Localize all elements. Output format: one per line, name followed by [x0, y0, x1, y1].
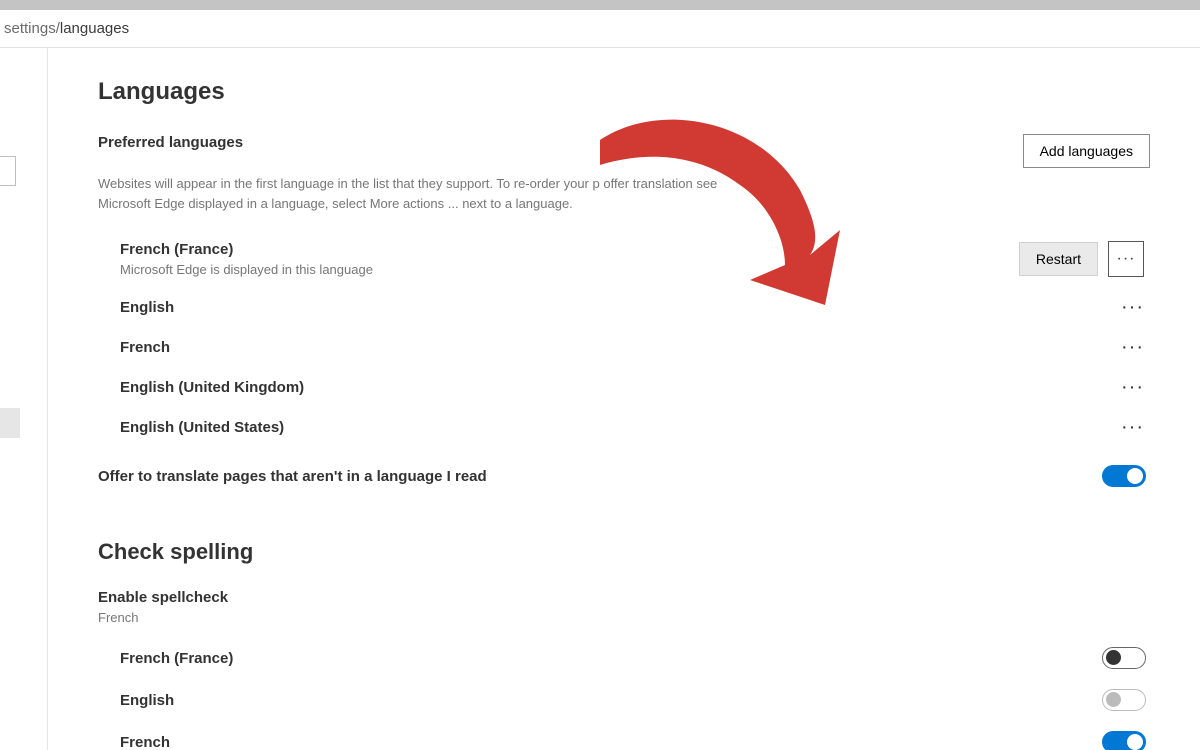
- spellcheck-toggle[interactable]: [1102, 689, 1146, 711]
- more-actions-button[interactable]: ···: [1121, 297, 1144, 317]
- more-actions-button[interactable]: ···: [1121, 417, 1144, 437]
- more-actions-button[interactable]: ···: [1121, 377, 1144, 397]
- spellcheck-toggle[interactable]: [1102, 731, 1146, 750]
- language-row: English (United Kingdom) ···: [98, 367, 1150, 407]
- language-row: French ···: [98, 327, 1150, 367]
- add-languages-button[interactable]: Add languages: [1023, 134, 1150, 168]
- window-titlebar: [0, 0, 1200, 10]
- more-actions-button[interactable]: ···: [1121, 337, 1144, 357]
- sidebar-fragment: [0, 156, 16, 186]
- language-name: English: [120, 299, 174, 316]
- language-name: English (United Kingdom): [120, 379, 304, 396]
- preferred-languages-heading: Preferred languages: [98, 134, 243, 151]
- translate-toggle-label: Offer to translate pages that aren't in …: [98, 468, 487, 485]
- sidebar-selection-marker: [0, 408, 20, 438]
- translate-toggle[interactable]: [1102, 465, 1146, 487]
- restart-button[interactable]: Restart: [1019, 242, 1098, 276]
- language-row: English ···: [98, 287, 1150, 327]
- preferred-languages-description: Websites will appear in the first langua…: [98, 174, 798, 213]
- spellcheck-language-name: English: [120, 692, 174, 709]
- language-row: French (France) Microsoft Edge is displa…: [98, 231, 1150, 287]
- language-row: English (United States) ···: [98, 407, 1150, 447]
- spellcheck-toggle[interactable]: [1102, 647, 1146, 669]
- address-bar[interactable]: settings/languages: [0, 10, 1200, 48]
- spellcheck-row: French: [98, 721, 1150, 750]
- enable-spellcheck-sublabel: French: [98, 610, 1150, 625]
- url-prefix: settings/: [4, 20, 60, 37]
- language-subtext: Microsoft Edge is displayed in this lang…: [120, 262, 373, 277]
- enable-spellcheck-label: Enable spellcheck: [98, 589, 1150, 606]
- check-spelling-heading: Check spelling: [98, 539, 1150, 565]
- settings-sidebar: [0, 48, 48, 750]
- page-title: Languages: [98, 78, 1150, 106]
- spellcheck-row: English: [98, 679, 1150, 721]
- more-icon: ···: [1117, 250, 1136, 268]
- spellcheck-language-name: French (France): [120, 650, 233, 667]
- settings-main: Languages Preferred languages Add langua…: [48, 48, 1200, 750]
- url-path: languages: [60, 20, 129, 37]
- more-actions-button[interactable]: ···: [1108, 241, 1144, 277]
- language-name: French (France): [120, 241, 373, 258]
- language-name: English (United States): [120, 419, 284, 436]
- spellcheck-row: French (France): [98, 637, 1150, 679]
- spellcheck-language-name: French: [120, 734, 170, 750]
- language-name: French: [120, 339, 170, 356]
